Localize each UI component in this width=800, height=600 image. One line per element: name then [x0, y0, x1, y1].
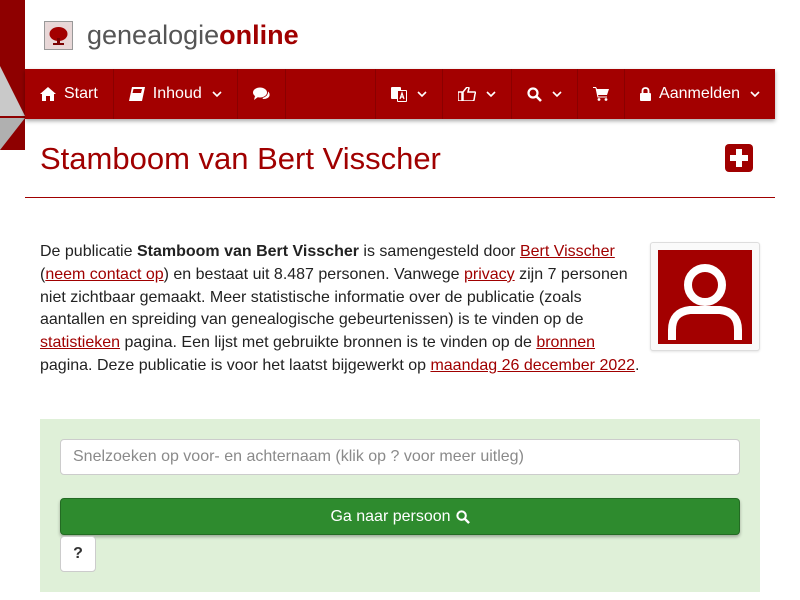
intro-text: De publicatie [40, 243, 137, 260]
publication-name: Stamboom van Bert Visscher [136, 243, 359, 260]
quick-search-panel: Ga naar persoon ? [40, 419, 760, 592]
nav-start-label: Start [64, 85, 98, 102]
ribbon-fold [0, 66, 25, 116]
nav-forum[interactable] [238, 69, 286, 119]
thumbs-icon [458, 87, 477, 101]
language-icon [391, 87, 408, 102]
site-logo[interactable]: genealogieonline [44, 18, 299, 52]
nav-cart[interactable] [578, 69, 626, 119]
go-to-person-label: Ga naar persoon [330, 507, 451, 525]
contact-link[interactable]: neem contact op [45, 266, 163, 283]
nav-start[interactable]: Start [25, 69, 114, 119]
intro-text: pagina. Een lijst met gebruikte bronnen … [120, 334, 537, 352]
nav-share[interactable] [443, 69, 513, 119]
author-avatar-frame[interactable] [650, 242, 760, 351]
search-icon [455, 509, 470, 524]
title-divider [25, 197, 775, 198]
cart-icon [593, 87, 610, 101]
privacy-link[interactable]: privacy [464, 266, 515, 283]
chevron-down-icon [552, 90, 562, 97]
last-updated-link[interactable]: maandag 26 december 2022 [430, 357, 635, 374]
nav-search[interactable] [512, 69, 579, 119]
main-navbar: Start Inhoud Aanmelden [25, 69, 775, 119]
lock-icon [640, 87, 652, 101]
author-link[interactable]: Bert Visscher [520, 243, 615, 260]
user-icon [668, 264, 742, 340]
intro-text: pagina. Deze publicatie is voor het laat… [40, 356, 431, 374]
chevron-down-icon [417, 90, 427, 97]
sources-link[interactable]: bronnen [536, 334, 595, 351]
ribbon-fold-shadow [0, 118, 25, 150]
chevron-down-icon [486, 90, 496, 97]
tree-icon [44, 20, 73, 50]
intro-text: is samengesteld door [358, 243, 520, 260]
nav-language[interactable] [375, 69, 444, 119]
page-title: Stamboom van Bert Visscher [40, 141, 441, 176]
book-icon [128, 87, 145, 101]
intro-text: . [635, 356, 640, 374]
nav-login-label: Aanmelden [659, 85, 740, 102]
chevron-down-icon [750, 90, 760, 97]
nav-inhoud[interactable]: Inhoud [114, 69, 238, 119]
go-to-person-button[interactable]: Ga naar persoon [60, 498, 740, 535]
publication-description: De publicatie Stamboom van Bert Visscher… [40, 241, 640, 378]
chevron-down-icon [212, 90, 222, 97]
statistics-link[interactable]: statistieken [40, 334, 120, 351]
search-help-button[interactable]: ? [60, 536, 96, 572]
add-button[interactable] [725, 144, 753, 172]
comments-icon [252, 87, 270, 100]
nav-inhoud-label: Inhoud [152, 85, 202, 102]
quick-search-input[interactable] [60, 439, 740, 475]
avatar [658, 250, 752, 344]
search-icon [527, 86, 542, 102]
intro-text: ) en bestaat uit 8.487 personen. Vanwege [163, 265, 464, 283]
nav-login[interactable]: Aanmelden [625, 69, 775, 119]
site-name: genealogieonline [87, 19, 299, 50]
home-icon [40, 87, 56, 101]
